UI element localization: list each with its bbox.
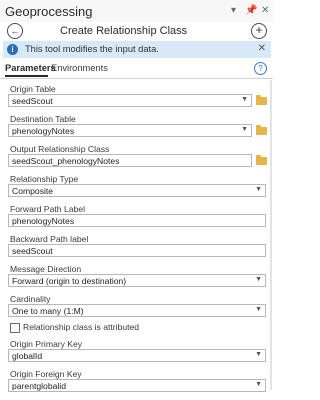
chevron-down-icon: ▼ bbox=[241, 126, 248, 133]
message-direction-label: Message Direction bbox=[10, 264, 82, 274]
folder-icon[interactable] bbox=[256, 155, 267, 165]
relationship-type-label: Relationship Type bbox=[10, 174, 79, 184]
folder-icon[interactable] bbox=[256, 125, 267, 135]
active-tab-indicator bbox=[5, 75, 48, 77]
backward-label-value: seedScout bbox=[12, 246, 53, 256]
forward-label-value: phenologyNotes bbox=[12, 216, 75, 226]
chevron-down-icon: ▼ bbox=[241, 96, 248, 103]
message-direction-value: Forward (origin to destination) bbox=[12, 276, 127, 286]
info-text: This tool modifies the input data. bbox=[25, 44, 159, 54]
origin-pk-value: globalId bbox=[12, 351, 43, 361]
attributed-checkbox[interactable] bbox=[10, 323, 20, 333]
origin-pk-select[interactable]: globalId ▼ bbox=[8, 349, 266, 362]
chevron-down-icon: ▼ bbox=[255, 186, 262, 193]
help-icon[interactable]: ? bbox=[254, 62, 267, 75]
destination-table-value: phenologyNotes bbox=[12, 126, 75, 136]
tool-title: Create Relationship Class bbox=[60, 25, 188, 37]
origin-fk-select[interactable]: parentglobalid ▼ bbox=[8, 379, 266, 392]
app-title: Geoprocessing bbox=[5, 4, 93, 19]
chevron-down-icon: ▼ bbox=[255, 351, 262, 358]
cardinality-value: One to many (1:M) bbox=[12, 306, 84, 316]
info-icon: i bbox=[7, 44, 18, 55]
origin-fk-value: parentglobalid bbox=[12, 381, 66, 391]
origin-table-label: Origin Table bbox=[10, 84, 56, 94]
destination-table-select[interactable]: phenologyNotes ▼ bbox=[8, 124, 252, 137]
tab-parameters[interactable]: Parameters bbox=[5, 63, 56, 73]
tab-environments[interactable]: Environments bbox=[51, 63, 108, 73]
output-rc-input[interactable]: seedScout_phenologyNotes bbox=[8, 154, 252, 167]
destination-table-label: Destination Table bbox=[10, 114, 76, 124]
add-button[interactable]: + bbox=[251, 23, 267, 39]
chevron-down-icon: ▼ bbox=[255, 306, 262, 313]
message-direction-select[interactable]: Forward (origin to destination) ▼ bbox=[8, 274, 266, 287]
output-rc-value: seedScout_phenologyNotes bbox=[12, 156, 120, 166]
chevron-down-icon: ▼ bbox=[255, 381, 262, 388]
forward-label-label: Forward Path Label bbox=[10, 204, 85, 214]
relationship-type-select[interactable]: Composite ▼ bbox=[8, 184, 266, 197]
backward-label-input[interactable]: seedScout bbox=[8, 244, 266, 257]
chevron-down-icon: ▼ bbox=[255, 276, 262, 283]
close-icon[interactable]: ✕ bbox=[258, 43, 266, 54]
folder-icon[interactable] bbox=[256, 95, 267, 105]
forward-label-input[interactable]: phenologyNotes bbox=[8, 214, 266, 227]
chevron-down-icon[interactable]: ▾ bbox=[231, 5, 236, 16]
origin-table-value: seedScout bbox=[12, 96, 53, 106]
scrollbar[interactable] bbox=[270, 80, 272, 390]
pin-icon[interactable]: 📌 bbox=[245, 5, 257, 16]
backward-label-label: Backward Path label bbox=[10, 234, 89, 244]
cardinality-label: Cardinality bbox=[10, 294, 51, 304]
divider bbox=[0, 78, 273, 79]
back-button[interactable]: ← bbox=[7, 23, 23, 39]
cardinality-select[interactable]: One to many (1:M) ▼ bbox=[8, 304, 266, 317]
attributed-label: Relationship class is attributed bbox=[23, 322, 140, 332]
info-banner: i This tool modifies the input data. ✕ bbox=[3, 41, 271, 58]
origin-fk-label: Origin Foreign Key bbox=[10, 369, 82, 379]
output-rc-label: Output Relationship Class bbox=[10, 144, 110, 154]
origin-pk-label: Origin Primary Key bbox=[10, 339, 83, 349]
origin-table-select[interactable]: seedScout ▼ bbox=[8, 94, 252, 107]
relationship-type-value: Composite bbox=[12, 186, 54, 196]
close-icon[interactable]: ✕ bbox=[261, 5, 269, 16]
